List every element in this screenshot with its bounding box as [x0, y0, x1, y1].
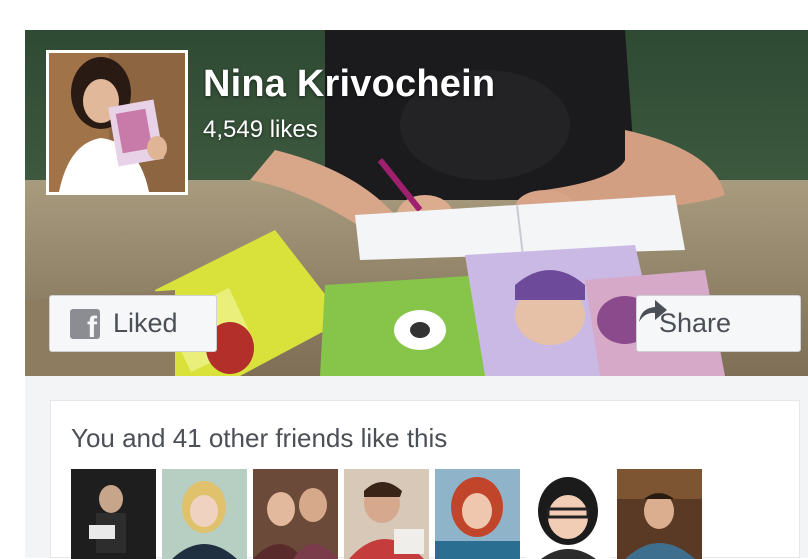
share-arrow-icon	[639, 300, 667, 322]
friend-avatar-2[interactable]	[162, 469, 247, 559]
friend-avatar-3[interactable]	[253, 469, 338, 559]
share-button[interactable]: Share	[636, 295, 801, 352]
page-plugin: Nina Krivochein 4,549 likes f Liked Shar…	[25, 30, 808, 559]
profile-picture[interactable]	[46, 50, 188, 195]
like-count: 4,549 likes	[203, 116, 318, 143]
friends-summary: You and 41 other friends like this	[71, 423, 448, 453]
friend-avatar-4[interactable]	[344, 469, 429, 559]
friend-avatar-1[interactable]	[71, 469, 156, 559]
profile-picture-image	[49, 53, 185, 192]
friend-avatar-6[interactable]	[526, 469, 611, 559]
friend-avatar-7[interactable]	[617, 469, 702, 559]
facebook-icon: f	[70, 308, 100, 342]
facebook-glyph: f	[87, 310, 97, 344]
liked-label: Liked	[113, 308, 178, 338]
page-title[interactable]: Nina Krivochein	[203, 63, 495, 106]
friends-avatar-row	[71, 469, 702, 559]
share-label: Share	[659, 308, 732, 338]
liked-button[interactable]: f Liked	[49, 295, 217, 352]
friend-avatar-5[interactable]	[435, 469, 520, 559]
cover-photo[interactable]: Nina Krivochein 4,549 likes f Liked Shar…	[25, 30, 808, 376]
friends-panel: You and 41 other friends like this	[50, 400, 800, 559]
